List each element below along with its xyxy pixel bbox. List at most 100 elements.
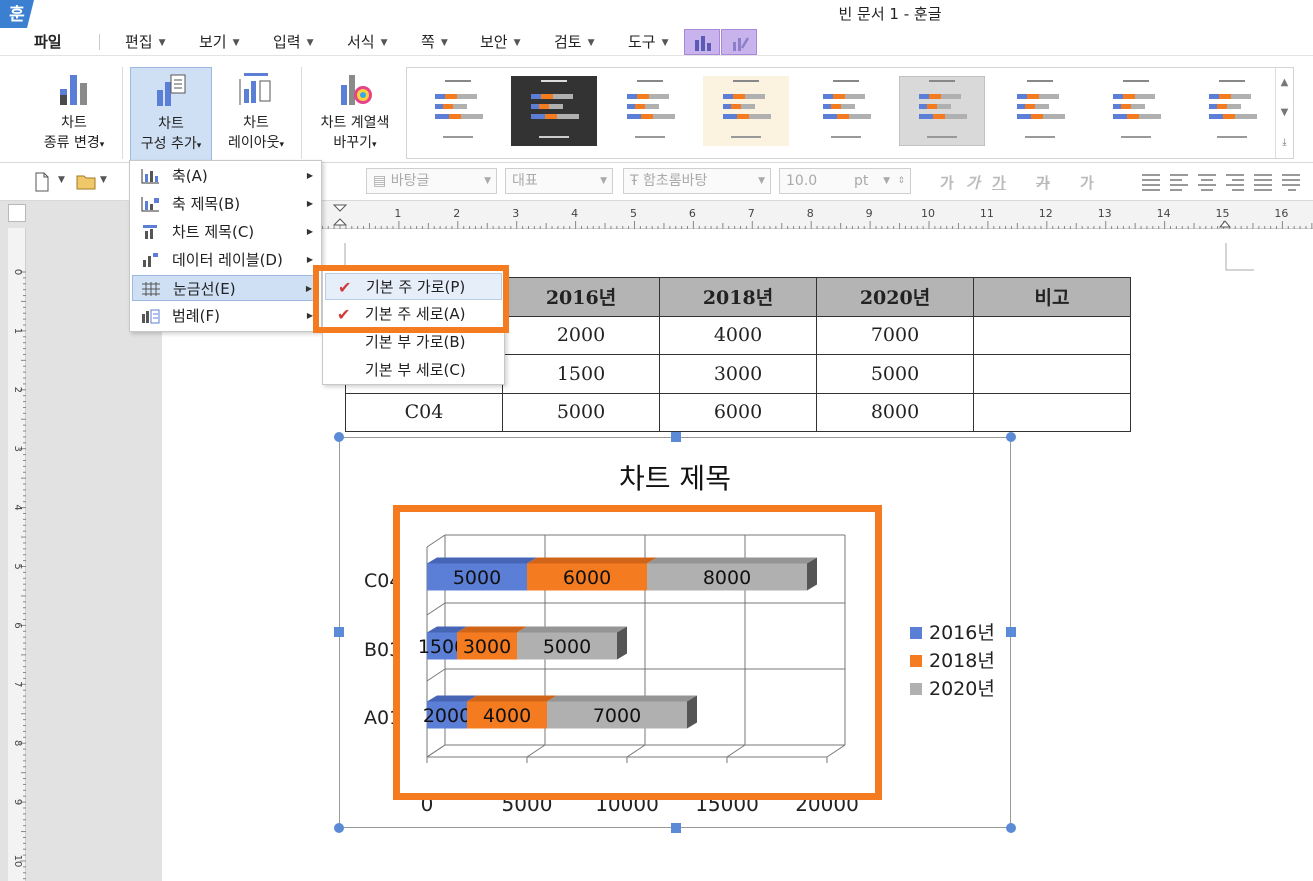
menu-label: 보기 <box>199 33 227 51</box>
chart-color-scheme-button[interactable]: 차트 계열색 바꾸기▾ <box>310 67 400 161</box>
plot-area-highlight[interactable]: 2000 4000 7000 1500 3000 5000 5000 6000 8000 <box>393 505 882 800</box>
open-folder-icon[interactable] <box>76 172 98 192</box>
legend-item[interactable]: 2018년 <box>910 646 995 673</box>
table-cell[interactable]: 8000 <box>816 392 974 432</box>
chevron-down-icon[interactable]: ▼ <box>100 175 107 185</box>
tab-chart-format[interactable] <box>721 29 757 55</box>
thumbnail-bar <box>849 114 871 119</box>
thumbnail-bar <box>1017 104 1025 109</box>
indent-marker[interactable] <box>332 204 348 212</box>
thumbnail-title <box>1027 80 1053 82</box>
right-indent-marker[interactable] <box>1218 220 1232 228</box>
chart-style-thumbnail[interactable] <box>1189 76 1275 146</box>
table-header-cell[interactable]: 2016년 <box>502 277 660 317</box>
gallery-scroll-up-button[interactable]: ▲ <box>1275 68 1293 98</box>
resize-handle[interactable] <box>1006 432 1016 442</box>
menu-item-gridlines[interactable]: 눈금선(E) ▶ <box>132 275 319 301</box>
ruler-toggle-button[interactable] <box>8 204 26 222</box>
menu-view[interactable]: 보기 ▼ <box>199 31 240 52</box>
menu-file[interactable]: 파일 <box>34 31 62 52</box>
font-select[interactable]: Ŧ 함초롬바탕 ▼ <box>623 168 771 194</box>
chart-style-thumbnail[interactable] <box>415 76 501 146</box>
menu-item-legend[interactable]: 범례(F) ▶ <box>132 303 319 329</box>
tab-chart-design[interactable] <box>684 29 720 55</box>
table-cell[interactable] <box>973 354 1131 394</box>
table-cell[interactable]: 5000 <box>502 392 660 432</box>
table-cell[interactable]: 2000 <box>502 315 660 355</box>
indent-marker[interactable] <box>332 218 348 226</box>
table-cell[interactable]: 1500 <box>502 354 660 394</box>
menu-item-minor-horizontal[interactable]: 기본 부 가로(B) <box>325 329 502 356</box>
table-header-cell[interactable]: 비고 <box>973 277 1131 317</box>
bar-chart-icon <box>695 36 711 51</box>
resize-handle[interactable] <box>334 627 344 637</box>
font-size-stepper[interactable]: 10.0 pt ▼ ⇕ <box>779 168 911 194</box>
table-cell[interactable] <box>973 315 1131 355</box>
bold-icon[interactable]: 가 <box>940 172 954 193</box>
resize-handle[interactable] <box>1006 823 1016 833</box>
menu-insert[interactable]: 입력 ▼ <box>273 31 314 52</box>
table-header-cell[interactable]: 2020년 <box>816 277 974 317</box>
paragraph-style-select[interactable]: ▤ 바탕글 ▼ <box>366 168 497 194</box>
plot-area[interactable]: 2000 4000 700015003000 50005000 6000 8000 <box>400 512 875 793</box>
table-cell[interactable]: 4000 <box>659 315 817 355</box>
chart-style-thumbnail[interactable] <box>899 76 985 146</box>
alignment-icons[interactable] <box>1140 173 1310 191</box>
italic-icon[interactable]: 가 <box>966 172 980 193</box>
table-header-cell[interactable]: 2018년 <box>659 277 817 317</box>
chart-style-thumbnail[interactable] <box>997 76 1083 146</box>
chart-layout-button[interactable]: 차트 레이아웃▾ <box>220 67 292 161</box>
add-chart-element-button[interactable]: 차트 구성 추가▾ <box>130 67 212 161</box>
language-select[interactable]: 대표 ▼ <box>505 168 613 194</box>
table-cell[interactable]: 3000 <box>659 354 817 394</box>
bar-top-face <box>427 557 537 564</box>
chart-style-gallery[interactable]: ▲ ▼ ⤓ <box>406 67 1294 159</box>
legend-item[interactable]: 2016년 <box>910 618 995 645</box>
legend-item[interactable]: 2020년 <box>910 674 995 701</box>
thumbnail-bar <box>435 94 445 99</box>
thumbnail-bar <box>837 114 849 119</box>
table-cell[interactable] <box>973 392 1131 432</box>
menu-item-data-labels[interactable]: 데이터 레이블(D) ▶ <box>132 247 319 273</box>
table-cell[interactable]: C04 <box>345 392 503 432</box>
table-cell[interactable]: 7000 <box>816 315 974 355</box>
strikethrough-icon[interactable]: 가 <box>1036 172 1050 193</box>
chevron-right-icon: ▶ <box>305 284 312 293</box>
change-chart-type-button[interactable]: 차트 종류 변경▾ <box>34 67 114 161</box>
chart-title[interactable]: 차트 제목 <box>560 457 790 497</box>
thumbnail-bar <box>823 114 837 119</box>
menu-review[interactable]: 검토 ▼ <box>554 31 595 52</box>
gallery-scroll-down-button[interactable]: ▼ <box>1275 98 1293 128</box>
menu-item-minor-vertical[interactable]: 기본 부 세로(C) <box>325 357 502 384</box>
new-document-icon[interactable] <box>34 172 50 192</box>
menu-item-chart-title[interactable]: 차트 제목(C) ▶ <box>132 219 319 245</box>
menu-item-axis[interactable]: 축(A) ▶ <box>132 163 319 189</box>
gallery-more-button[interactable]: ⤓ <box>1275 128 1293 158</box>
resize-handle[interactable] <box>671 823 681 833</box>
underline-icon[interactable]: 가 <box>992 172 1006 193</box>
chart-style-thumbnail[interactable] <box>511 76 597 146</box>
menu-page[interactable]: 쪽 ▼ <box>421 31 448 52</box>
resize-handle[interactable] <box>334 823 344 833</box>
thumbnail-bar <box>645 104 659 109</box>
chart-style-thumbnail[interactable] <box>803 76 889 146</box>
legend-swatch <box>910 683 922 695</box>
resize-handle[interactable] <box>1006 627 1016 637</box>
resize-handle[interactable] <box>334 432 344 442</box>
menu-security[interactable]: 보안 ▼ <box>480 31 521 52</box>
vertical-ruler[interactable]: 0 1 2 3 4 5 6 7 8 9 10 <box>8 228 26 881</box>
menu-edit[interactable]: 편집 ▼ <box>125 31 166 52</box>
font-color-icon[interactable]: 가 <box>1080 172 1094 193</box>
horizontal-ruler[interactable]: 1 2 3 4 5 6 7 8 9 10 11 12 13 14 15 16 <box>162 201 1313 229</box>
thumbnail-bar <box>723 114 737 119</box>
resize-handle[interactable] <box>671 432 681 442</box>
table-cell[interactable]: 6000 <box>659 392 817 432</box>
menu-format[interactable]: 서식 ▼ <box>347 31 388 52</box>
menu-item-axis-title[interactable]: 축 제목(B) ▶ <box>132 191 319 217</box>
chart-style-thumbnail[interactable] <box>703 76 789 146</box>
chart-style-thumbnail[interactable] <box>1093 76 1179 146</box>
chevron-down-icon[interactable]: ▼ <box>58 175 65 185</box>
menu-tools[interactable]: 도구 ▼ <box>628 31 669 52</box>
chart-style-thumbnail[interactable] <box>607 76 693 146</box>
table-cell[interactable]: 5000 <box>816 354 974 394</box>
